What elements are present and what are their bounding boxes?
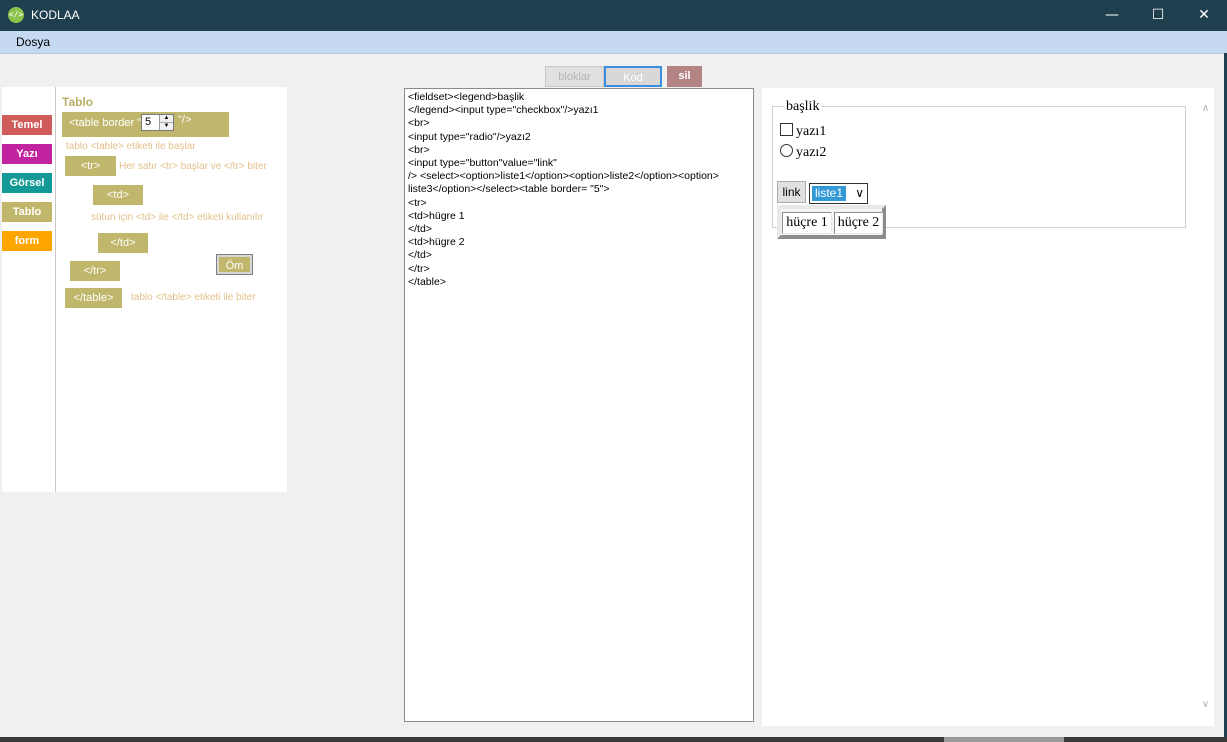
window-title: KODLAA <box>31 8 80 22</box>
menu-dosya[interactable]: Dosya <box>16 35 50 49</box>
preview-table-cell: hüçre 2 <box>834 212 883 234</box>
taskbar-strip <box>0 737 1227 742</box>
category-yazi[interactable]: Yazı <box>2 144 52 164</box>
scroll-down-icon[interactable]: ∨ <box>1197 696 1214 713</box>
preview-fieldset: başlik yazı1 yazı2 link liste1 ∨ hüçre 1… <box>772 99 1186 239</box>
code-text[interactable]: <fieldset><legend>başlik </legend><input… <box>408 91 738 289</box>
minimize-button[interactable]: — <box>1089 0 1135 31</box>
chevron-down-icon[interactable]: ∨ <box>855 185 864 202</box>
om-button[interactable]: Öm <box>216 254 253 275</box>
border-stepper-value: 5 <box>145 116 152 128</box>
stepper-up-icon[interactable]: ▲ <box>160 115 173 123</box>
stepper-buttons: ▲ ▼ <box>159 115 173 130</box>
preview-checkbox[interactable] <box>780 123 793 136</box>
stepper-down-icon[interactable]: ▼ <box>160 123 173 130</box>
delete-button[interactable]: sil <box>667 66 702 87</box>
menu-bar: Dosya <box>0 31 1227 54</box>
preview-table-cell: hüçre 1 <box>782 212 832 234</box>
preview-radio[interactable] <box>780 144 793 157</box>
hint-table: tablo <table> etiketi ile başlar <box>66 141 196 152</box>
title-bar: </> KODLAA — ☐ ✕ <box>0 0 1227 31</box>
category-form[interactable]: form <box>2 231 52 251</box>
panel-title: Tablo <box>62 95 94 109</box>
hint-tr: Her satır <tr> başlar ve </tr> biter <box>119 161 267 172</box>
code-icon: </> <box>8 7 24 23</box>
category-list: Temel Yazı Görsel Tablo form <box>2 87 56 492</box>
preview-pane: başlik yazı1 yazı2 link liste1 ∨ hüçre 1… <box>762 88 1214 726</box>
scroll-up-icon[interactable]: ∧ <box>1197 100 1214 117</box>
tab-code-button[interactable]: Kod <box>604 66 662 87</box>
category-gorsel[interactable]: Görsel <box>2 173 52 193</box>
preview-legend: başlik <box>784 99 822 115</box>
tab-blocks-button[interactable]: bloklar <box>545 66 604 87</box>
border-stepper[interactable]: 5 ▲ ▼ <box>141 114 174 131</box>
preview-radio-row: yazı2 <box>780 144 826 161</box>
preview-select-value: liste1 <box>812 186 847 201</box>
category-tablo[interactable]: Tablo <box>2 202 52 222</box>
maximize-button[interactable]: ☐ <box>1135 0 1181 31</box>
preview-link-button[interactable]: link <box>777 181 806 203</box>
tr-close-block[interactable]: </tr> <box>70 261 120 281</box>
hint-td: sütun için <td> ile </td> etiketi kullan… <box>91 212 264 223</box>
close-button[interactable]: ✕ <box>1181 0 1227 31</box>
td-open-block[interactable]: <td> <box>93 185 143 205</box>
table-close-block[interactable]: </table> <box>65 288 122 308</box>
table-block-suffix: "/> <box>178 114 192 126</box>
tr-open-block[interactable]: <tr> <box>65 156 116 176</box>
block-panel: Temel Yazı Görsel Tablo form Tablo <tabl… <box>2 87 287 492</box>
category-temel[interactable]: Temel <box>2 115 52 135</box>
preview-checkbox-row: yazı1 <box>780 123 826 140</box>
preview-checkbox-label: yazı1 <box>796 124 827 139</box>
taskbar-thumb <box>944 737 1064 742</box>
hint-table-close: tablo </table> etiketi ile biter <box>131 292 256 303</box>
code-editor[interactable]: <fieldset><legend>başlik </legend><input… <box>404 88 754 722</box>
preview-radio-label: yazı2 <box>796 145 827 160</box>
preview-scrollbar[interactable]: ∧ ∨ <box>1197 88 1214 726</box>
preview-table: hüçre 1 hüçre 2 <box>777 205 886 239</box>
table-block-prefix: <table border " <box>69 117 142 129</box>
preview-select[interactable]: liste1 ∨ <box>809 183 868 204</box>
td-close-block[interactable]: </td> <box>98 233 148 253</box>
